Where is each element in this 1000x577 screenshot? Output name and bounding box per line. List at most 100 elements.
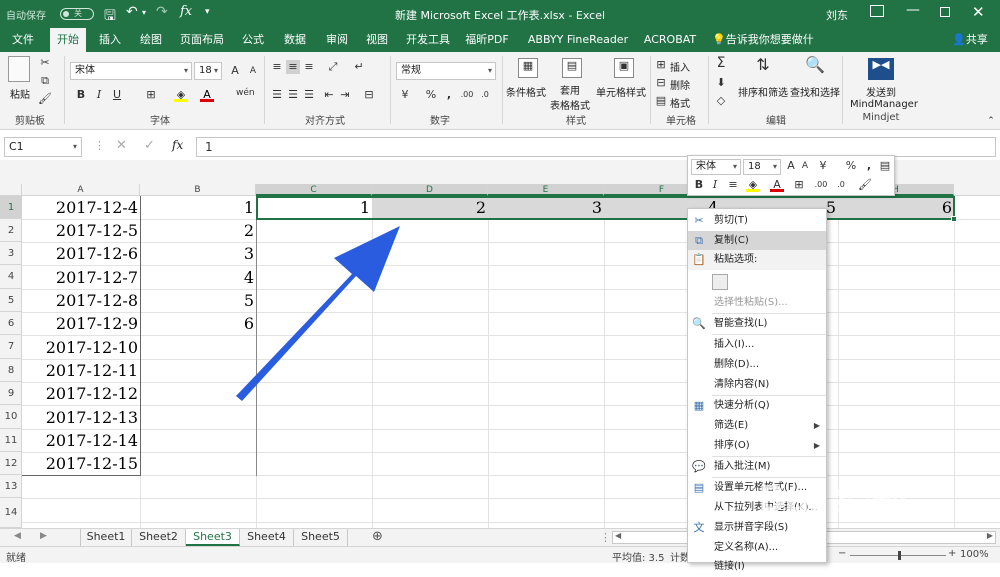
mini-decrease-font-icon[interactable]: A: [798, 159, 812, 173]
increase-font-icon[interactable]: A: [228, 64, 242, 78]
cell-h1[interactable]: 6: [838, 198, 952, 217]
menu-item-sort[interactable]: 排序(O) ▶: [688, 436, 826, 456]
tab-acrobat[interactable]: ACROBAT: [642, 28, 698, 52]
maximize-icon[interactable]: [940, 7, 950, 17]
find-select-label[interactable]: 查找和选择: [790, 84, 840, 99]
confirm-entry-icon[interactable]: ✓: [144, 138, 155, 153]
mini-format-table-icon[interactable]: ▤: [878, 159, 892, 173]
italic-icon[interactable]: I: [92, 88, 106, 102]
underline-icon[interactable]: U: [110, 88, 124, 102]
bottom-align-icon[interactable]: ≡: [302, 60, 316, 74]
add-sheet-icon[interactable]: ⊕: [372, 529, 383, 544]
delete-cells-label[interactable]: 删除: [670, 77, 690, 92]
comma-style-icon[interactable]: ,: [442, 88, 456, 102]
tell-me-box[interactable]: 💡告诉我你想要做什么: [712, 28, 822, 70]
orientation-icon[interactable]: ⤢: [326, 60, 340, 74]
row-header-1[interactable]: 1: [0, 196, 22, 219]
send-to-mindmanager-label[interactable]: 发送到 MindManager: [850, 84, 918, 110]
autosave-toggle[interactable]: 关: [60, 8, 94, 20]
format-as-table-label[interactable]: 套用 表格格式: [548, 82, 592, 112]
save-icon[interactable]: 🖫: [104, 5, 116, 29]
tab-formulas[interactable]: 公式: [236, 28, 270, 52]
cell-c1[interactable]: 1: [256, 198, 370, 217]
delete-cells-icon[interactable]: ⊟: [654, 76, 668, 90]
decrease-indent-icon[interactable]: ⇤: [322, 88, 336, 102]
middle-align-icon[interactable]: ≡: [286, 60, 300, 74]
collapse-ribbon-icon[interactable]: ⌃: [984, 114, 998, 128]
sort-filter-label[interactable]: 排序和筛选: [738, 84, 788, 99]
tab-data[interactable]: 数据: [278, 28, 312, 52]
user-name[interactable]: 刘东: [826, 7, 848, 23]
insert-cells-label[interactable]: 插入: [670, 59, 690, 74]
merge-center-icon[interactable]: ⊟: [362, 88, 376, 102]
format-cells-icon[interactable]: ▤: [654, 94, 668, 108]
tab-review[interactable]: 审阅: [320, 28, 354, 52]
mini-percent-icon[interactable]: %: [844, 159, 858, 173]
sheet-tab-1[interactable]: Sheet1: [80, 529, 132, 546]
column-header-c[interactable]: C: [256, 184, 372, 196]
top-align-icon[interactable]: ≡: [270, 60, 284, 74]
decrease-decimal-icon[interactable]: .0: [478, 88, 492, 102]
formula-input[interactable]: 1: [196, 137, 996, 157]
cell-a6[interactable]: 2017-12-9: [22, 314, 138, 333]
increase-indent-icon[interactable]: ⇥: [338, 88, 352, 102]
column-header-a[interactable]: A: [22, 184, 140, 196]
paste-label[interactable]: 粘贴: [10, 86, 30, 101]
row-header-10[interactable]: 10: [0, 405, 22, 429]
clear-icon[interactable]: ◇: [714, 94, 728, 108]
copy-icon[interactable]: ⧉: [38, 74, 52, 88]
mini-decrease-decimal-icon[interactable]: .0: [834, 178, 848, 192]
menu-item-quick-analysis[interactable]: ▦ 快速分析(Q): [688, 396, 826, 416]
font-size-combo[interactable]: 18 ▾: [194, 62, 222, 80]
decrease-font-icon[interactable]: A: [246, 64, 260, 78]
share-button[interactable]: 👤共享: [944, 28, 996, 52]
mini-italic-icon[interactable]: I: [708, 178, 722, 192]
minimize-icon[interactable]: —: [906, 2, 920, 18]
font-color-icon[interactable]: A: [200, 88, 214, 102]
cut-icon[interactable]: ✂: [38, 56, 52, 70]
sheet-tab-3[interactable]: Sheet3: [186, 529, 240, 546]
mini-increase-font-icon[interactable]: A: [784, 159, 798, 173]
name-box[interactable]: C1 ▾: [4, 137, 82, 157]
row-header-12[interactable]: 12: [0, 452, 22, 475]
row-header-7[interactable]: 7: [0, 335, 22, 359]
menu-item-cut[interactable]: ✂ 剪切(T): [688, 211, 826, 231]
sort-filter-icon[interactable]: ⇅: [752, 57, 774, 80]
menu-item-link[interactable]: 链接(I): [688, 557, 826, 577]
menu-item-copy[interactable]: ⧉ 复制(C): [688, 231, 826, 251]
column-header-b[interactable]: B: [140, 184, 256, 196]
autosum-icon[interactable]: Σ: [714, 56, 728, 70]
cell-a7[interactable]: 2017-12-10: [22, 338, 138, 357]
accounting-format-icon[interactable]: ¥: [398, 88, 412, 102]
tab-foxit-pdf[interactable]: 福昕PDF: [462, 28, 512, 52]
cell-a9[interactable]: 2017-12-12: [22, 384, 138, 403]
zoom-in-icon[interactable]: +: [948, 548, 956, 559]
undo-icon[interactable]: ↶: [126, 4, 138, 20]
cell-a1[interactable]: 2017-12-4: [22, 198, 138, 217]
menu-item-insert[interactable]: 插入(I)...: [688, 335, 826, 355]
insert-function-qat-icon[interactable]: fx: [180, 4, 192, 19]
cell-e1[interactable]: 3: [488, 198, 602, 217]
menu-item-clear-contents[interactable]: 清除内容(N): [688, 375, 826, 395]
align-left-icon[interactable]: ☰: [270, 88, 284, 102]
tab-view[interactable]: 视图: [360, 28, 394, 52]
menu-item-define-name[interactable]: 定义名称(A)...: [688, 538, 826, 558]
insert-function-icon[interactable]: fx: [172, 138, 183, 152]
mindmanager-icon[interactable]: ▶◀: [868, 58, 894, 80]
align-right-icon[interactable]: ☰: [302, 88, 316, 102]
row-header-13[interactable]: 13: [0, 475, 22, 498]
mini-font-combo[interactable]: 宋体 ▾: [691, 159, 741, 175]
redo-icon[interactable]: ↷: [156, 4, 168, 20]
bold-icon[interactable]: B: [74, 88, 88, 102]
zoom-slider-thumb[interactable]: [898, 551, 901, 560]
menu-item-filter[interactable]: 筛选(E) ▶: [688, 416, 826, 436]
row-header-8[interactable]: 8: [0, 359, 22, 382]
format-cells-label[interactable]: 格式: [670, 95, 690, 110]
mini-font-color-icon[interactable]: A: [770, 178, 784, 192]
cell-a10[interactable]: 2017-12-13: [22, 408, 138, 427]
cell-a8[interactable]: 2017-12-11: [22, 361, 138, 380]
row-header-6[interactable]: 6: [0, 312, 22, 335]
row-header-9[interactable]: 9: [0, 382, 22, 405]
tab-developer[interactable]: 开发工具: [400, 28, 456, 52]
mini-bold-icon[interactable]: B: [692, 178, 706, 192]
